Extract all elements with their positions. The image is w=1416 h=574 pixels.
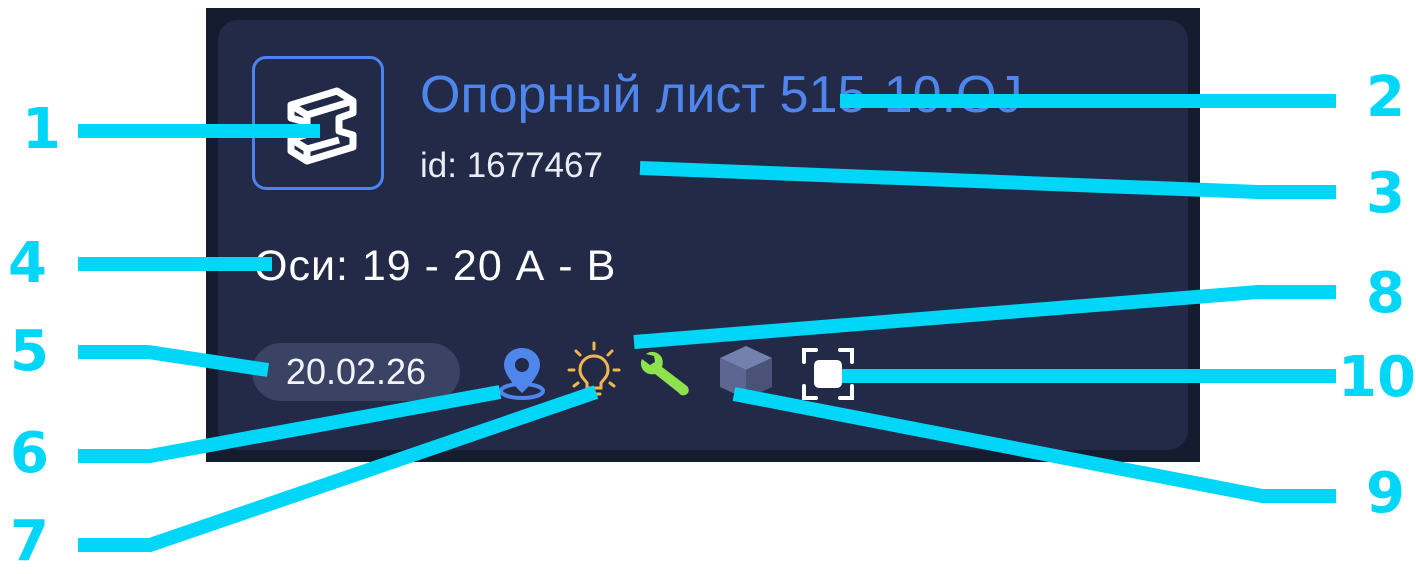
- callout-number-6: 6: [10, 421, 49, 486]
- callout-lines: [78, 94, 1336, 552]
- callout-number-1: 1: [22, 97, 61, 162]
- callout-number-10: 10: [1338, 345, 1416, 410]
- callout-number-5: 5: [10, 319, 49, 384]
- callout-number-4: 4: [8, 231, 47, 296]
- callout-line-5: [78, 345, 270, 377]
- callout-line-8: [633, 285, 1336, 349]
- callout-number-7: 7: [10, 509, 49, 574]
- callout-number-9: 9: [1366, 461, 1405, 526]
- callout-number-3: 3: [1366, 161, 1405, 226]
- callout-line-9: [732, 387, 1336, 503]
- callout-number-2: 2: [1366, 65, 1405, 130]
- callout-number-8: 8: [1366, 261, 1405, 326]
- callout-line-3: [639, 161, 1336, 199]
